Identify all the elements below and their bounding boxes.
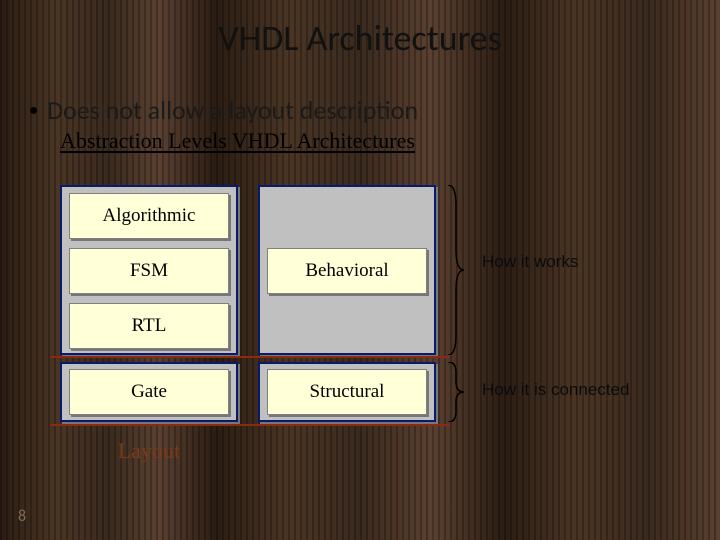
separator-line bbox=[50, 424, 450, 426]
brace-structural bbox=[446, 362, 466, 422]
diagram-heading: Abstraction Levels VHDL Architectures bbox=[60, 128, 720, 154]
annotation-how-connected: How it is connected bbox=[482, 380, 629, 400]
arch-structural: Structural bbox=[267, 369, 427, 415]
brace-behavioral bbox=[446, 185, 466, 355]
abstraction-diagram: Algorithmic FSM RTL Gate Layout Behavior… bbox=[50, 190, 690, 490]
level-algorithmic: Algorithmic bbox=[69, 193, 229, 239]
level-layout: Layout bbox=[69, 428, 229, 474]
bullet-icon bbox=[30, 107, 37, 114]
bullet-item: Does not allow a layout description bbox=[30, 94, 720, 126]
level-fsm: FSM bbox=[69, 248, 229, 294]
level-rtl: RTL bbox=[69, 303, 229, 349]
annotation-how-it-works: How it works bbox=[482, 252, 578, 272]
bullet-text: Does not allow a layout description bbox=[47, 94, 418, 126]
arch-behavioral: Behavioral bbox=[267, 248, 427, 294]
level-gate: Gate bbox=[69, 369, 229, 415]
slide-title: VHDL Architectures bbox=[0, 0, 720, 60]
separator-line bbox=[50, 356, 450, 358]
page-number: 8 bbox=[18, 507, 26, 526]
